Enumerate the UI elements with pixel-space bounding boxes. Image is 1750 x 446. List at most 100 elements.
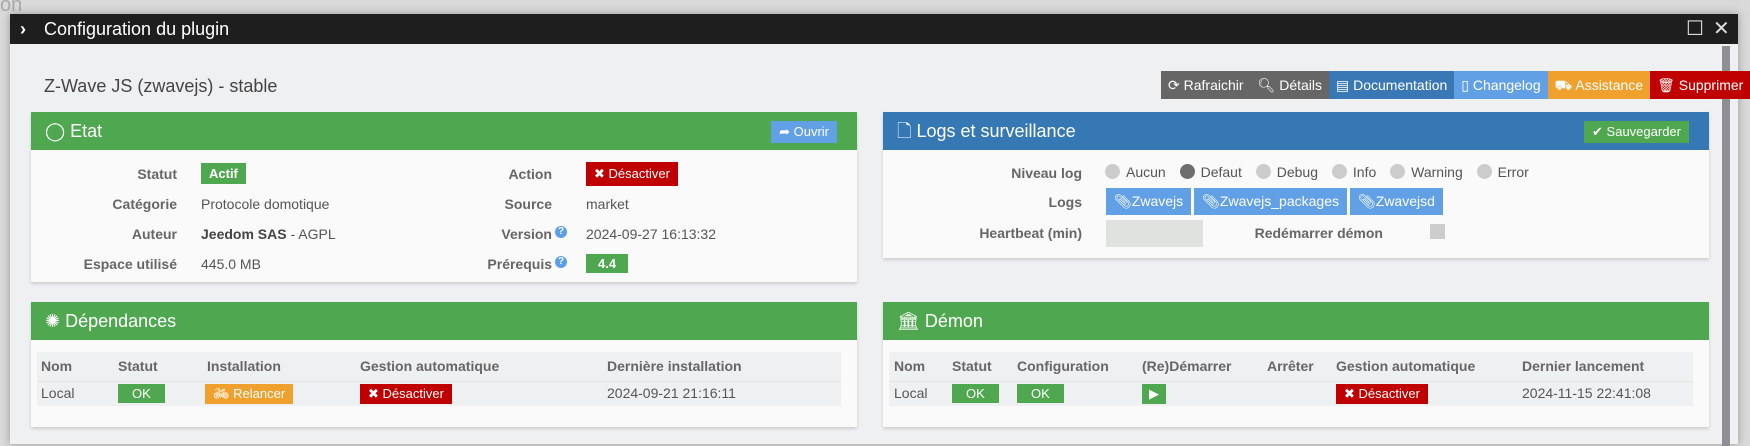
source-value: market: [586, 196, 629, 212]
log-file-button[interactable]: 📎︎Zwavejs: [1106, 188, 1192, 215]
open-button[interactable]: ➦ Ouvrir: [771, 121, 837, 143]
radio-dot: [1105, 164, 1120, 179]
col-derniere: Dernière installation: [607, 358, 742, 374]
restart-daemon-label: Redémarrer démon: [1254, 225, 1383, 241]
table-row: Local OK OK ▶ ✖ Désactiver 2024-11-15 22…: [889, 381, 1693, 406]
chevron-right-icon: ›: [20, 19, 26, 39]
close-icon[interactable]: ✕: [1713, 14, 1730, 44]
heartbeat-label: Heartbeat (min): [979, 225, 1082, 241]
maximize-icon[interactable]: ☐: [1686, 14, 1704, 44]
dependencies-panel: ✺ Dépendances Nom Statut Installation Ge…: [31, 302, 857, 427]
etat-header: ◯ Etat ➦ Ouvrir: [31, 112, 857, 150]
col-statut: Statut: [952, 358, 992, 374]
col-nom: Nom: [41, 358, 73, 374]
deps-auto-deactivate-button[interactable]: ✖ Désactiver: [360, 384, 452, 404]
share-icon: ➦: [779, 124, 794, 139]
col-arreter: Arrêter: [1267, 358, 1314, 374]
col-gestion: Gestion automatique: [360, 358, 500, 374]
log-file-button[interactable]: 📎︎Zwavejsd: [1349, 188, 1443, 215]
table-header: Nom Statut Configuration (Re)Démarrer Ar…: [889, 352, 1693, 381]
delete-button[interactable]: 🗑︎ Supprimer: [1650, 71, 1750, 99]
documentation-button[interactable]: ▤ Documentation: [1329, 71, 1455, 99]
radio-dot: [1255, 164, 1271, 179]
logs-label: Logs: [1048, 194, 1082, 210]
action-label: Action: [508, 166, 552, 182]
radio-dot: [1331, 164, 1347, 179]
col-installation: Installation: [207, 358, 281, 374]
logs-panel: 🗋 Logs et surveillance ✔ Sauvegarder Niv…: [883, 112, 1709, 258]
times-icon: ✖: [594, 166, 609, 181]
radio-dot-selected: [1179, 164, 1195, 179]
espace-value: 445.0 MB: [201, 256, 261, 272]
radio-error[interactable]: Error: [1476, 164, 1529, 180]
help-icon[interactable]: ?: [555, 226, 567, 238]
ambulance-icon: ⛟: [1554, 77, 1576, 93]
prerequis-badge: 4.4: [586, 254, 629, 273]
save-button[interactable]: ✔ Sauvegarder: [1584, 121, 1689, 143]
auteur-value: Jeedom SAS - AGPL: [201, 226, 336, 242]
radio-defaut[interactable]: Defaut: [1179, 164, 1242, 180]
circle-notch-icon: ◯: [45, 121, 71, 141]
log-file-button[interactable]: 📎︎Zwavejs_packages: [1194, 188, 1347, 215]
col-dernier: Dernier lancement: [1522, 358, 1645, 374]
trash-icon: 🗑︎: [1657, 77, 1679, 93]
modal-title: Configuration du plugin: [44, 19, 230, 39]
licence: - AGPL: [290, 226, 336, 242]
deps-status-badge: OK: [118, 384, 165, 403]
col-statut: Statut: [118, 358, 158, 374]
bank-icon: 🏛︎: [897, 311, 925, 331]
times-icon: ✖: [368, 386, 383, 401]
plugin-title: Z-Wave JS (zwavejs) - stable: [44, 76, 278, 96]
details-button[interactable]: 🔍︎ Détails: [1250, 71, 1329, 99]
relaunch-button[interactable]: 🚲︎ Relancer: [205, 384, 294, 404]
col-configuration: Configuration: [1017, 358, 1109, 374]
bicycle-icon: 🚲︎: [213, 386, 234, 401]
daemon-auto-deactivate-button[interactable]: ✖ Désactiver: [1336, 384, 1428, 404]
play-icon: ▶: [1149, 386, 1159, 401]
prerequis-label: Prérequis?: [487, 256, 567, 272]
categorie-value: Protocole domotique: [201, 196, 330, 212]
start-daemon-button[interactable]: ▶: [1142, 384, 1166, 404]
cell-derniere: 2024-09-21 21:16:11: [607, 385, 736, 401]
version-value: 2024-09-27 16:13:32: [586, 226, 716, 242]
log-level-radios: Aucun Defaut Debug Info Warning Error: [1105, 164, 1529, 180]
modal-titlebar: › Configuration du plugin ☐ ✕: [10, 14, 1738, 44]
categorie-label: Catégorie: [112, 196, 177, 212]
heartbeat-input[interactable]: [1106, 220, 1203, 247]
cell-nom: Local: [41, 385, 75, 401]
col-redemarrer: (Re)Démarrer: [1142, 358, 1232, 374]
refresh-icon: ⟳: [1168, 77, 1184, 93]
radio-warning[interactable]: Warning: [1390, 164, 1463, 180]
check-circle-icon: ✔: [1592, 124, 1607, 139]
file-code-icon: ▯: [1461, 77, 1473, 93]
daemon-status-badge: OK: [952, 384, 999, 403]
source-label: Source: [504, 196, 552, 212]
log-files: 📎︎Zwavejs 📎︎Zwavejs_packages 📎︎Zwavejsd: [1106, 188, 1443, 215]
cell-dernier: 2024-11-15 22:41:08: [1522, 385, 1651, 401]
auteur-label: Auteur: [131, 226, 177, 242]
radio-aucun[interactable]: Aucun: [1105, 164, 1166, 180]
deactivate-plugin-button[interactable]: ✖ Désactiver: [586, 162, 678, 186]
daemon-panel: 🏛︎ Démon Nom Statut Configuration (Re)Dé…: [883, 302, 1709, 427]
table-header: Nom Statut Installation Gestion automati…: [37, 352, 841, 381]
certificate-icon: ✺: [45, 311, 66, 331]
cell-nom: Local: [894, 385, 928, 401]
assistance-button[interactable]: ⛟ Assistance: [1547, 71, 1651, 99]
restart-daemon-checkbox[interactable]: [1430, 224, 1445, 239]
daemon-config-badge: OK: [1017, 384, 1064, 403]
statut-label: Statut: [137, 166, 177, 182]
logs-header: 🗋 Logs et surveillance ✔ Sauvegarder: [883, 112, 1709, 150]
statut-badge: Actif: [201, 163, 246, 184]
scrollbar[interactable]: [1722, 46, 1730, 446]
radio-dot: [1476, 164, 1492, 179]
refresh-button[interactable]: ⟳ Rafraichir: [1161, 71, 1251, 99]
espace-label: Espace utilisé: [83, 256, 177, 272]
paperclip-icon: 📎︎: [1202, 193, 1220, 209]
radio-info[interactable]: Info: [1331, 164, 1376, 180]
help-icon[interactable]: ?: [555, 256, 567, 268]
daemon-header: 🏛︎ Démon: [883, 302, 1709, 340]
log-level-label: Niveau log: [1011, 165, 1082, 181]
changelog-button[interactable]: ▯ Changelog: [1454, 71, 1548, 99]
times-icon: ✖: [1344, 386, 1359, 401]
radio-debug[interactable]: Debug: [1255, 164, 1318, 180]
